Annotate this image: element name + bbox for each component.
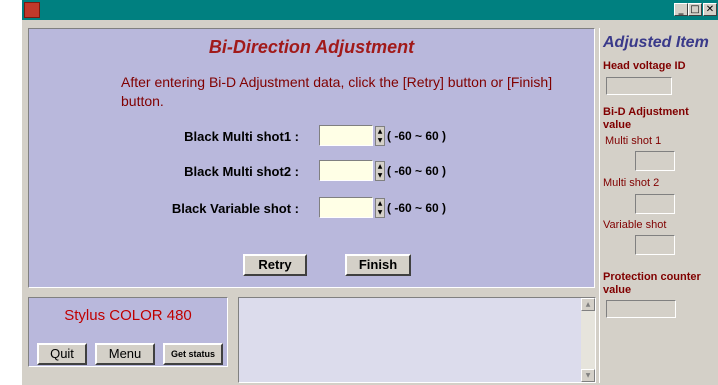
black-multi-shot1-spinner[interactable]: ▲ ▼ xyxy=(375,126,385,146)
black-multi-shot2-label: Black Multi shot2 : xyxy=(184,164,299,179)
variable-shot-value xyxy=(635,235,675,255)
black-multi-shot1-label: Black Multi shot1 : xyxy=(184,129,299,144)
head-voltage-label: Head voltage ID xyxy=(603,60,686,72)
title-bar: Epson Adjustment Program for EPSON Stylu… xyxy=(22,0,718,20)
minimize-button[interactable]: _ xyxy=(674,3,688,16)
adjusted-item-panel: Adjusted Item Head voltage ID Bi-D Adjus… xyxy=(599,28,718,383)
get-status-button[interactable]: Get status xyxy=(163,343,223,365)
window-title: Epson Adjustment Program for EPSON Stylu… xyxy=(44,3,370,15)
multi-shot2-label: Multi shot 2 xyxy=(603,177,660,189)
spin-down-icon[interactable]: ▼ xyxy=(376,136,384,145)
black-variable-shot-spinner[interactable]: ▲ ▼ xyxy=(375,198,385,218)
app-icon[interactable] xyxy=(24,2,40,18)
black-multi-shot2-input[interactable] xyxy=(319,160,373,181)
protection-counter-value xyxy=(606,300,676,318)
bid-adjustment-label: Bi-D Adjustment value xyxy=(603,106,689,131)
maximize-button[interactable]: □ xyxy=(688,3,702,16)
adjusted-item-title: Adjusted Item xyxy=(603,34,709,51)
protection-counter-label: Protection counter value xyxy=(603,271,701,296)
spin-down-icon[interactable]: ▼ xyxy=(376,171,384,180)
log-scrollbar[interactable]: ▲ ▼ xyxy=(581,298,595,382)
quit-button[interactable]: Quit xyxy=(37,343,87,365)
black-multi-shot1-input[interactable] xyxy=(319,125,373,146)
model-name: Stylus COLOR 480 xyxy=(64,307,192,324)
multi-shot2-value xyxy=(635,194,675,214)
spin-down-icon[interactable]: ▼ xyxy=(376,208,384,217)
scroll-up-icon[interactable]: ▲ xyxy=(581,298,595,311)
black-multi-shot1-range: ( -60 ~ 60 ) xyxy=(387,129,447,143)
model-info-panel: Stylus COLOR 480 Quit Menu Get status xyxy=(28,297,228,367)
close-button[interactable]: ✕ xyxy=(703,3,717,16)
retry-button[interactable]: Retry xyxy=(243,254,307,276)
spin-up-icon[interactable]: ▲ xyxy=(376,127,384,136)
status-log-text xyxy=(239,298,595,302)
black-variable-shot-label: Black Variable shot : xyxy=(171,201,299,216)
multi-shot1-value xyxy=(635,151,675,171)
menu-button[interactable]: Menu xyxy=(95,343,155,365)
multi-shot1-label: Multi shot 1 xyxy=(605,135,662,147)
panel-heading: Bi-Direction Adjustment xyxy=(208,37,415,57)
spin-up-icon[interactable]: ▲ xyxy=(376,199,384,208)
black-variable-shot-range: ( -60 ~ 60 ) xyxy=(387,201,447,215)
spin-up-icon[interactable]: ▲ xyxy=(376,162,384,171)
black-multi-shot2-spinner[interactable]: ▲ ▼ xyxy=(375,161,385,181)
head-voltage-value xyxy=(606,77,672,95)
finish-button[interactable]: Finish xyxy=(345,254,411,276)
app-window: Epson Adjustment Program for EPSON Stylu… xyxy=(22,0,718,385)
adjustment-panel: Bi-Direction Adjustment After entering B… xyxy=(28,28,595,288)
instruction-text: After entering Bi-D Adjustment data, cli… xyxy=(121,74,553,109)
black-multi-shot2-range: ( -60 ~ 60 ) xyxy=(387,164,447,178)
black-variable-shot-input[interactable] xyxy=(319,197,373,218)
variable-shot-label: Variable shot xyxy=(603,219,667,231)
scroll-down-icon[interactable]: ▼ xyxy=(581,369,595,382)
status-log-area[interactable]: ▲ ▼ xyxy=(238,297,596,383)
